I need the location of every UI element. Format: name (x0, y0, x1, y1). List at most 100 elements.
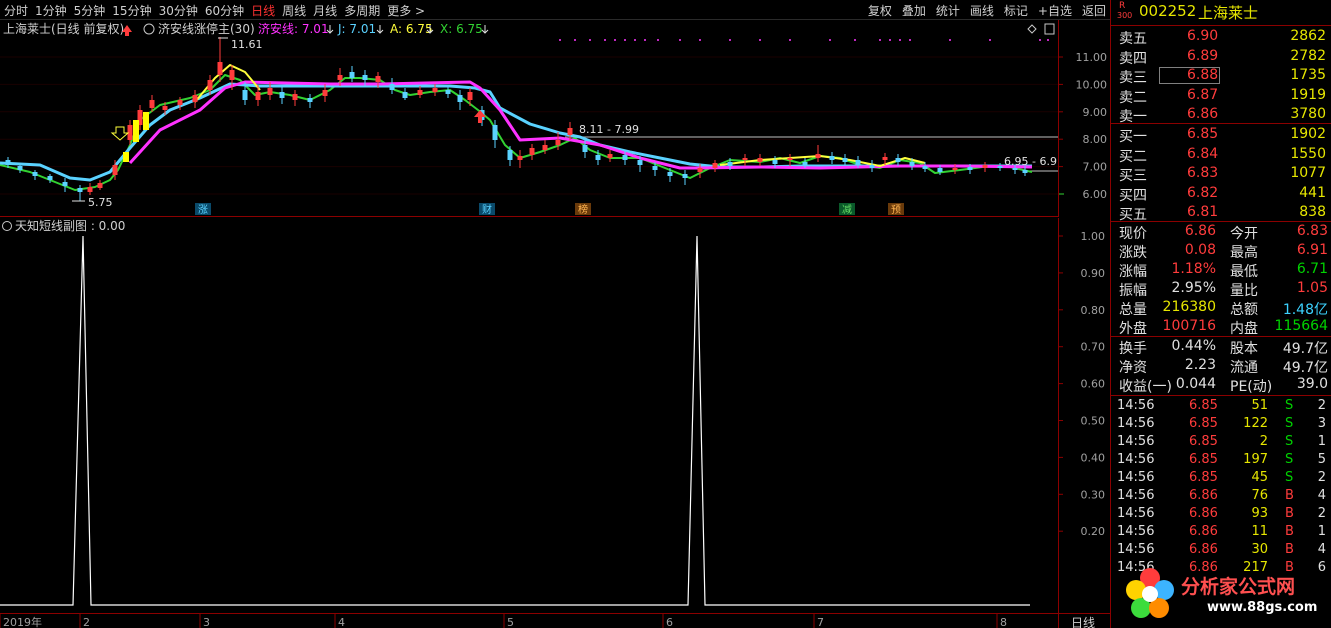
stat-value: 49.7亿 (1282, 360, 1328, 376)
stat-row[interactable]: 净资 2.23 流通 49.7亿 (1111, 357, 1331, 376)
tick-count: 4 (1317, 488, 1326, 503)
tab-period[interactable]: 1分钟 (35, 2, 67, 19)
tick-row[interactable]: 14:56 6.86 30 B 4 (1111, 542, 1331, 561)
toolbar-action-button[interactable]: 返回 (1082, 2, 1106, 19)
tab-period[interactable]: 30分钟 (159, 2, 198, 19)
x-value: X: 6.75 (440, 22, 483, 36)
toolbar-action-button[interactable]: 标记 (1004, 2, 1028, 19)
toolbar-actions: 复权 叠加 统计 画线 标记 +自选 返回 (868, 2, 1106, 19)
kline-chart[interactable]: 上海莱士(日线 前复权) 济安线涨停主(30) 济安线: 7.01 J: 7.01 A:… (0, 20, 1064, 217)
indicator-settings-icon[interactable] (143, 23, 155, 35)
candle (337, 75, 343, 80)
candle (1012, 168, 1018, 170)
toolbar-action-button[interactable]: 画线 (970, 2, 994, 19)
tab-period[interactable]: 多周期 (344, 2, 380, 19)
candle (457, 95, 463, 102)
stock-code[interactable]: 002252 (1139, 2, 1196, 20)
subchart-tick: 0.30 (1081, 488, 1106, 501)
ask-row[interactable]: 卖五 6.90 2862 (1111, 28, 1331, 47)
ask-label: 卖三 (1119, 70, 1147, 86)
kline-panel[interactable]: 上海莱士(日线 前复权) 济安线涨停主(30) 济安线: 7.01 J: 7.01 A:… (0, 20, 1064, 217)
stat-row[interactable]: 外盘 100716 内盘 115664 (1111, 318, 1331, 337)
event-marker[interactable]: 榜 (578, 203, 588, 216)
subchart[interactable]: 天知短线副图 : 0.00 (0, 218, 1058, 613)
tick-volume: 51 (1251, 398, 1268, 413)
stat-row[interactable]: 涨跌 0.08 最高 6.91 (1111, 242, 1331, 261)
stock-name[interactable]: 上海莱士 (1198, 2, 1258, 23)
subchart-settings-icon[interactable] (2, 221, 12, 231)
candle (787, 158, 793, 160)
candle (77, 188, 83, 192)
bid-row[interactable]: 买一 6.85 1902 (1111, 126, 1331, 145)
indicator-value: 济安线: 7.01 (258, 21, 329, 36)
signal-dot (604, 39, 606, 41)
ask-row[interactable]: 卖四 6.89 2782 (1111, 48, 1331, 67)
ask-price: 6.89 (1187, 47, 1219, 64)
event-marker[interactable]: 减 (842, 204, 852, 216)
date-label: 8 (1000, 616, 1007, 628)
stat-row[interactable]: 换手 0.44% 股本 49.7亿 (1111, 338, 1331, 357)
toolbar-action-button[interactable]: 叠加 (902, 2, 926, 19)
market-tag: R (1119, 1, 1126, 11)
stat-row[interactable]: 振幅 2.95% 量比 1.05 (1111, 280, 1331, 299)
indicator-name[interactable]: 济安线涨停主(30) (158, 21, 255, 36)
candle (772, 160, 778, 164)
ask-row[interactable]: 卖二 6.87 1919 (1111, 87, 1331, 106)
signal-dot (829, 39, 831, 41)
date-label: 4 (338, 616, 345, 628)
stat-value: 49.7亿 (1282, 341, 1328, 357)
tick-row[interactable]: 14:56 6.85 197 S 5 (1111, 452, 1331, 471)
stat-row[interactable]: 收益(一) 0.044 PE(动) 39.0 (1111, 376, 1331, 395)
stat-row[interactable]: 涨幅 1.18% 最低 6.71 (1111, 261, 1331, 280)
candle (667, 172, 673, 176)
tick-row[interactable]: 14:56 6.85 122 S 3 (1111, 416, 1331, 435)
toolbar-action-button[interactable]: +自选 (1038, 2, 1072, 19)
signal-dot (729, 39, 731, 41)
toolbar-action-button[interactable]: 复权 (868, 2, 892, 19)
event-marker[interactable]: 涨 (198, 204, 208, 216)
range-label: 8.11 - 7.99 (579, 123, 639, 136)
tab-period[interactable]: 15分钟 (112, 2, 151, 19)
quote-panel: R 300 002252 上海莱士 卖五 6.90 2862 卖四 6.89 2782 卖三… (1110, 0, 1331, 628)
tick-row[interactable]: 14:56 6.86 93 B 2 (1111, 506, 1331, 525)
tick-row[interactable]: 14:56 6.85 45 S 2 (1111, 470, 1331, 489)
candle (229, 70, 235, 80)
tick-count: 2 (1317, 398, 1326, 413)
candle (17, 166, 23, 170)
tab-period[interactable]: 月线 (313, 2, 337, 19)
stat-label: 涨跌 (1119, 245, 1147, 261)
subchart-panel[interactable]: 天知短线副图 : 0.00 (0, 218, 1058, 613)
bid-label: 买一 (1119, 129, 1147, 145)
bid-row[interactable]: 买三 6.83 1077 (1111, 165, 1331, 184)
candle (622, 155, 628, 160)
window-icon[interactable] (1044, 23, 1055, 35)
event-marker[interactable]: 财 (482, 203, 492, 216)
toolbar-action-button[interactable]: 统计 (936, 2, 960, 19)
bid-row[interactable]: 买四 6.82 441 (1111, 185, 1331, 204)
tab-period[interactable]: 周线 (282, 2, 306, 19)
tab-period[interactable]: 分时 (4, 2, 28, 19)
tick-row[interactable]: 14:56 6.85 2 S 1 (1111, 434, 1331, 453)
candle (829, 156, 835, 160)
ask-price: 6.87 (1187, 86, 1219, 103)
stat-row[interactable]: 总量 216380 总额 1.48亿 (1111, 299, 1331, 318)
ask-row[interactable]: 卖三 6.88 1735 (1111, 67, 1331, 86)
candle (742, 158, 748, 160)
ask-volume: 3780 (1290, 106, 1326, 122)
tick-price: 6.85 (1189, 434, 1218, 449)
stat-row[interactable]: 现价 6.86 今开 6.83 (1111, 223, 1331, 242)
tab-period[interactable]: 5分钟 (74, 2, 106, 19)
event-marker[interactable]: 预 (891, 204, 901, 216)
price-tick: 6.00 (1083, 188, 1108, 201)
candle (87, 187, 93, 192)
tick-row[interactable]: 14:56 6.86 11 B 1 (1111, 524, 1331, 543)
diamond-icon[interactable] (1027, 24, 1037, 34)
tab-period[interactable]: 更多 > (387, 2, 425, 19)
bid-row[interactable]: 买二 6.84 1550 (1111, 146, 1331, 165)
tick-row[interactable]: 14:56 6.85 51 S 2 (1111, 398, 1331, 417)
tab-period[interactable]: 日线 (251, 2, 275, 19)
stat-value: 100716 (1162, 318, 1216, 334)
tab-period[interactable]: 60分钟 (205, 2, 244, 19)
tick-row[interactable]: 14:56 6.86 76 B 4 (1111, 488, 1331, 507)
period-label[interactable]: 日线 (1058, 613, 1110, 628)
